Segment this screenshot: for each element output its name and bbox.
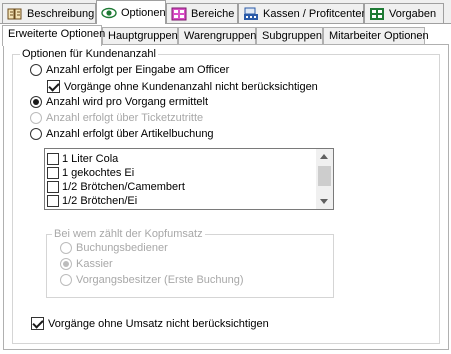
sub-tab-bar: Erweiterte Optionen Hauptgruppen Warengr…	[2, 25, 451, 46]
tab-label: Beschreibung	[27, 7, 95, 20]
radio-circle	[30, 64, 42, 76]
list-item[interactable]: 1/2 Brötchen/Ei	[45, 194, 317, 208]
radio-label: Vorgangsbesitzer (Erste Buchung)	[76, 274, 244, 286]
scroll-up-icon[interactable]	[320, 154, 328, 159]
radio-buchungsbediener[interactable]: Buchungsbediener	[60, 242, 168, 254]
list-item[interactable]: 1 gekochtes Ei	[45, 166, 317, 180]
checkbox-box	[47, 181, 59, 193]
checkbox-box	[47, 195, 59, 207]
tab-mitarbeiter-optionen[interactable]: Mitarbeiter Optionen	[323, 27, 429, 45]
tab-vorgaben[interactable]: Vorgaben	[364, 3, 444, 23]
tab-warengruppen[interactable]: Warengruppen	[178, 27, 256, 45]
radio-label: Kassier	[76, 258, 113, 270]
areas-icon	[171, 7, 187, 21]
checkbox-box	[47, 153, 59, 165]
article-checklist[interactable]: 1 Liter Cola 1 gekochtes Ei 1/2 Brötchen…	[44, 148, 334, 210]
radio-label: Anzahl erfolgt über Ticketzutritte	[46, 112, 204, 124]
radio-label: Anzahl wird pro Vorgang ermittelt	[46, 96, 209, 108]
radio-article-booking[interactable]: Anzahl erfolgt über Artikelbuchung	[30, 128, 214, 140]
list-item[interactable]: 1/2 Brötchen/Camembert	[45, 180, 317, 194]
list-item-label: 1 gekochtes Ei	[62, 167, 135, 179]
settings-grid-icon	[369, 7, 385, 21]
tab-erweiterte-optionen[interactable]: Erweiterte Optionen	[2, 25, 105, 46]
checkbox-label: Vorgänge ohne Kundenanzahl nicht berücks…	[64, 80, 318, 93]
register-icon	[243, 7, 259, 21]
radio-label: Anzahl erfolgt per Eingabe am Officer	[46, 64, 230, 76]
tab-optionen[interactable]: Optionen	[96, 0, 166, 24]
tab-hauptgruppen[interactable]: Hauptgruppen	[102, 27, 178, 45]
checkbox-box	[47, 167, 59, 179]
checkbox-box	[47, 80, 60, 93]
radio-vorgangsbesitzer[interactable]: Vorgangsbesitzer (Erste Buchung)	[60, 274, 244, 286]
checkbox-ignore-no-sales[interactable]: Vorgänge ohne Umsatz nicht berücksichtig…	[31, 317, 269, 330]
top-tab-bar: Beschreibung Optionen Bereiche Kassen / …	[0, 0, 451, 24]
radio-per-vorgang[interactable]: Anzahl wird pro Vorgang ermittelt	[30, 96, 208, 108]
checkbox-box	[31, 317, 44, 330]
radio-circle	[30, 128, 42, 140]
tab-label: Vorgaben	[389, 7, 437, 20]
eye-icon	[101, 6, 117, 20]
scroll-down-icon[interactable]	[320, 199, 328, 204]
radio-ticket-entries[interactable]: Anzahl erfolgt über Ticketzutritte	[30, 112, 203, 124]
list-item[interactable]: 1 Liter Cola	[45, 152, 317, 166]
radio-circle	[30, 112, 42, 124]
radio-kassier[interactable]: Kassier	[60, 258, 113, 270]
radio-circle	[60, 274, 72, 286]
radio-label: Anzahl erfolgt über Artikelbuchung	[46, 128, 214, 140]
radio-circle	[30, 96, 42, 108]
tab-label: Bereiche	[191, 7, 235, 20]
checkbox-ignore-no-customer-count[interactable]: Vorgänge ohne Kundenanzahl nicht berücks…	[47, 80, 318, 93]
list-item-label: 1 Liter Cola	[62, 153, 119, 165]
tab-label: Optionen	[121, 6, 166, 19]
list-scrollbar[interactable]	[316, 149, 333, 209]
radio-circle	[60, 242, 72, 254]
tab-kassen-profitcenter[interactable]: Kassen / Profitcenter	[238, 3, 366, 23]
radio-label: Buchungsbediener	[76, 242, 168, 254]
radio-officer-input[interactable]: Anzahl erfolgt per Eingabe am Officer	[30, 64, 229, 76]
group-title: Optionen für Kundenanzahl	[20, 47, 158, 61]
tab-beschreibung[interactable]: Beschreibung	[2, 3, 96, 23]
radio-circle	[60, 258, 72, 270]
tab-bereiche[interactable]: Bereiche	[166, 3, 238, 23]
checkbox-label: Vorgänge ohne Umsatz nicht berücksichtig…	[48, 317, 269, 330]
kopfumsatz-title: Bei wem zählt der Kopfumsatz	[52, 227, 205, 241]
scroll-thumb[interactable]	[318, 166, 331, 186]
book-icon	[7, 7, 23, 21]
tab-label: Kassen / Profitcenter	[263, 7, 366, 20]
list-item-label: 1/2 Brötchen/Camembert	[62, 181, 185, 193]
tab-subgruppen[interactable]: Subgruppen	[256, 27, 323, 45]
list-item-label: 1/2 Brötchen/Ei	[62, 195, 138, 207]
